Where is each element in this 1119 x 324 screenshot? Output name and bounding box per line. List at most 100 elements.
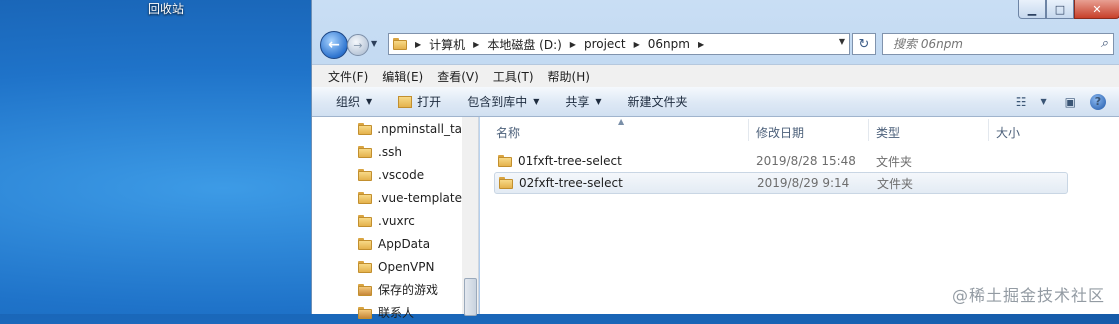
nav-item-label: OpenVPN [378, 259, 435, 274]
column-modified[interactable]: 修改日期 [756, 124, 804, 141]
breadcrumb-drive-d[interactable]: 本地磁盘 (D:) [487, 36, 561, 53]
breadcrumb-separator-icon[interactable]: ▶ [634, 40, 640, 49]
scrollbar-thumb[interactable] [464, 278, 477, 316]
folder-icon [498, 155, 512, 167]
breadcrumb-06npm[interactable]: 06npm [648, 37, 690, 51]
search-input[interactable] [891, 36, 1085, 52]
minimize-button[interactable]: ▁ [1018, 0, 1046, 19]
saved-games-icon [358, 283, 372, 296]
contacts-icon [358, 306, 372, 319]
recent-pages-dropdown[interactable]: ▼ [371, 39, 377, 48]
new-folder-label: 新建文件夹 [627, 95, 688, 109]
column-divider[interactable] [748, 119, 749, 141]
folder-icon [358, 214, 372, 227]
column-divider[interactable] [988, 119, 989, 141]
organize-button[interactable]: 组织 ▼ [336, 93, 372, 110]
back-button[interactable]: ← [320, 31, 348, 59]
folder-icon [358, 168, 372, 181]
nav-item-label: .vuxrc [378, 213, 415, 228]
watermark: @稀土掘金技术社区 [951, 286, 1105, 305]
sort-ascending-icon: ▲ [618, 117, 625, 126]
column-divider[interactable] [868, 119, 869, 141]
nav-item-ssh[interactable]: .ssh [312, 140, 462, 163]
nav-item-saved-games[interactable]: 保存的游戏 [312, 278, 462, 301]
help-icon[interactable]: ? [1090, 93, 1106, 110]
nav-item-npminstall[interactable]: .npminstall_ta [312, 117, 462, 140]
breadcrumb-computer[interactable]: 计算机 [429, 36, 465, 53]
nav-item-label: AppData [378, 236, 431, 251]
menu-view[interactable]: 查看(V) [437, 68, 479, 85]
nav-item-contacts[interactable]: 联系人 [312, 301, 462, 324]
folder-icon [358, 260, 372, 273]
refresh-button[interactable]: ↻ [852, 33, 876, 55]
folder-icon [393, 38, 407, 50]
search-icon[interactable]: ⌕ [1101, 36, 1108, 51]
address-bar[interactable]: ▶ 计算机 ▶ 本地磁盘 (D:) ▶ project ▶ 06npm ▶ ▼ [388, 33, 850, 55]
breadcrumb-separator-icon[interactable]: ▶ [570, 40, 576, 49]
file-type: 文件夹 [877, 176, 914, 191]
include-in-library-label: 包含到库中 [467, 95, 528, 109]
navigation-bar: ← → ▼ ▶ 计算机 ▶ 本地磁盘 (D:) ▶ project ▶ 06np… [320, 31, 1114, 59]
folder-icon [358, 191, 372, 204]
file-type: 文件夹 [876, 154, 913, 169]
nav-item-label: 联系人 [378, 306, 415, 320]
organize-label: 组织 [336, 95, 361, 109]
menu-bar: 文件(F) 编辑(E) 查看(V) 工具(T) 帮助(H) [312, 64, 1119, 87]
breadcrumb-separator-icon[interactable]: ▶ [415, 40, 421, 49]
desktop-recycle-bin-label[interactable]: 回收站 [148, 0, 184, 17]
file-name: 01fxft-tree-select [498, 154, 622, 168]
close-button[interactable]: ✕ [1074, 0, 1119, 19]
nav-item-vscode[interactable]: .vscode [312, 163, 462, 186]
new-folder-button[interactable]: 新建文件夹 [628, 93, 688, 110]
search-box[interactable]: ⌕ [882, 33, 1114, 55]
window-controls: ▁ □ ✕ [1018, 0, 1119, 19]
chevron-down-icon: ▼ [366, 97, 373, 106]
file-name-label: 02fxft-tree-select [519, 176, 623, 190]
forward-button[interactable]: → [347, 34, 369, 56]
file-row-selected[interactable]: 02fxft-tree-select 2019/8/29 9:14 文件夹 [494, 172, 1068, 194]
arrow-left-icon: ← [328, 37, 340, 53]
menu-tools[interactable]: 工具(T) [493, 68, 534, 85]
column-size[interactable]: 大小 [996, 124, 1020, 141]
breadcrumb-project[interactable]: project [584, 37, 626, 51]
nav-item-label: .vue-template [377, 190, 462, 205]
chevron-down-icon: ▼ [595, 97, 602, 106]
open-folder-icon [398, 95, 413, 108]
chevron-down-icon: ▼ [533, 97, 540, 106]
view-dropdown-icon[interactable]: ▼ [1041, 97, 1047, 106]
file-name-label: 01fxft-tree-select [518, 154, 622, 168]
nav-item-label: .vscode [378, 167, 425, 182]
nav-item-appdata[interactable]: AppData [312, 232, 462, 255]
preview-pane-icon[interactable]: ▣ [1065, 95, 1076, 109]
column-type[interactable]: 类型 [876, 124, 900, 141]
nav-item-label: .npminstall_ta [377, 121, 462, 136]
nav-item-openvpn[interactable]: OpenVPN [312, 255, 462, 278]
menu-edit[interactable]: 编辑(E) [382, 68, 423, 85]
refresh-icon: ↻ [858, 36, 870, 52]
address-dropdown-icon[interactable]: ▼ [839, 37, 845, 46]
open-label: 打开 [417, 95, 442, 109]
nav-item-vue-template[interactable]: .vue-template [312, 186, 462, 209]
share-button[interactable]: 共享 ▼ [565, 93, 601, 110]
breadcrumb-separator-icon[interactable]: ▶ [698, 40, 704, 49]
nav-item-vuxrc[interactable]: .vuxrc [312, 209, 462, 232]
breadcrumb-separator-icon[interactable]: ▶ [473, 40, 479, 49]
include-in-library-button[interactable]: 包含到库中 ▼ [467, 93, 539, 110]
menu-file[interactable]: 文件(F) [328, 68, 368, 85]
folder-icon [358, 122, 373, 135]
folder-icon [499, 177, 513, 189]
folder-icon [358, 145, 372, 158]
folder-icon [358, 237, 372, 250]
open-button[interactable]: 打开 [398, 93, 441, 110]
share-label: 共享 [565, 95, 590, 109]
view-options-icon[interactable]: ☷ [1016, 95, 1027, 109]
toolbar-right-group: ☷ ▼ ▣ ? [1016, 87, 1119, 116]
column-name[interactable]: 名称 [496, 124, 520, 141]
maximize-button[interactable]: □ [1046, 0, 1074, 19]
file-modified: 2019/8/28 15:48 [756, 154, 856, 168]
file-row[interactable]: 01fxft-tree-select 2019/8/28 15:48 文件夹 [494, 151, 1066, 171]
navigation-pane: .npminstall_ta .ssh .vscode .vue-templat… [312, 117, 463, 320]
menu-help[interactable]: 帮助(H) [548, 68, 590, 85]
nav-item-label: .ssh [378, 144, 402, 159]
navigation-pane-scrollbar[interactable] [462, 117, 479, 316]
